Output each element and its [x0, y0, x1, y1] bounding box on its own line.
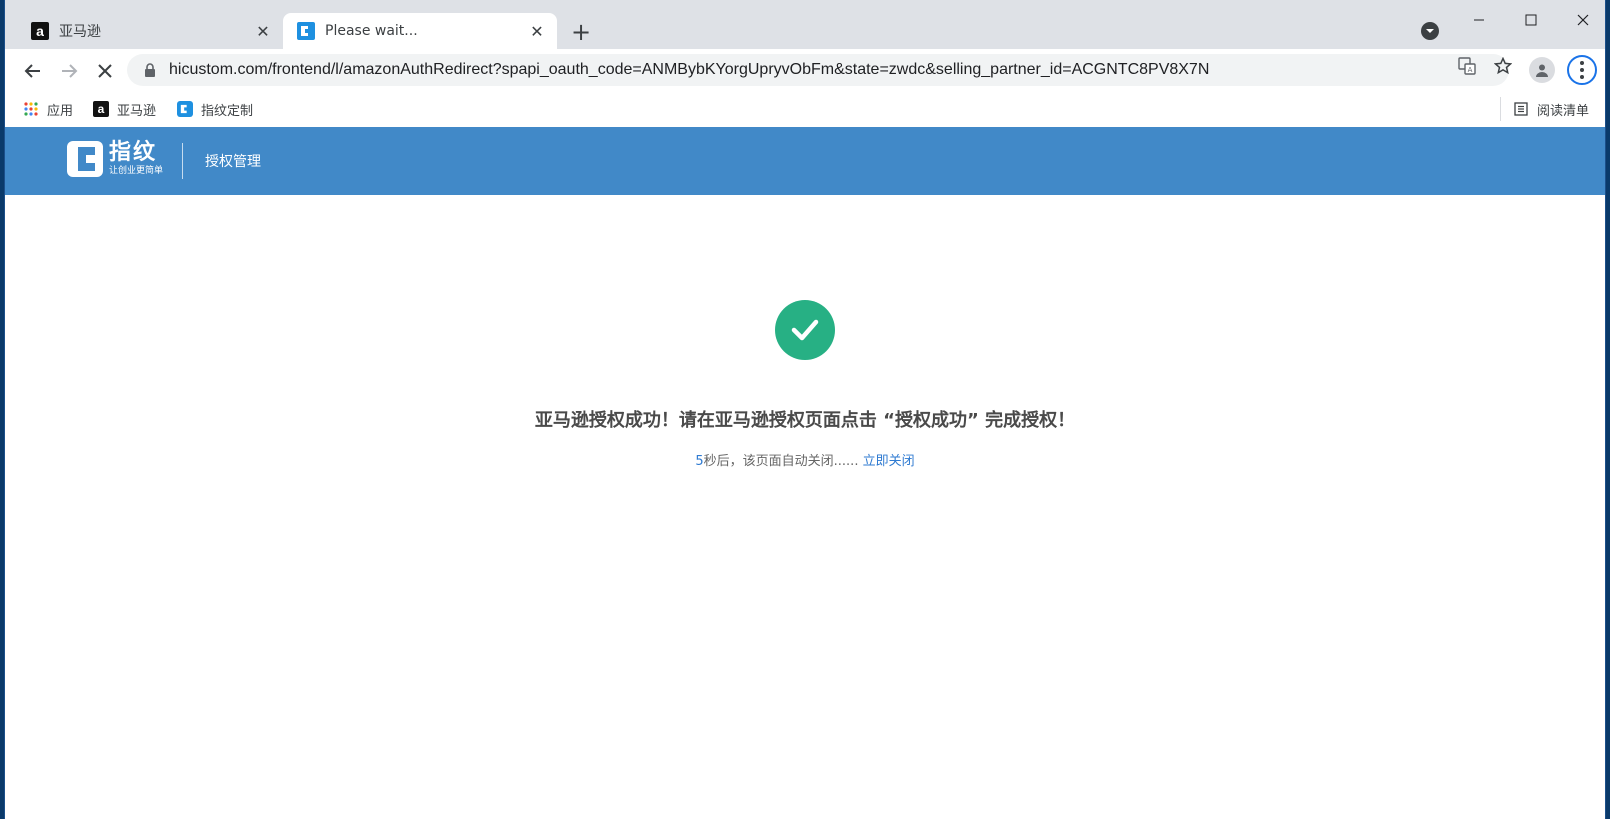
bookmark-label: 应用: [47, 103, 74, 119]
logo-title: 指纹: [109, 140, 158, 165]
lock-icon[interactable]: [141, 61, 159, 79]
amazon-icon: a: [31, 22, 49, 40]
tab-title: 亚马逊: [59, 24, 101, 40]
logo-slogan: 让创业更简单: [109, 166, 164, 176]
reading-list-icon: [1513, 101, 1529, 117]
success-message: 亚马逊授权成功！请在亚马逊授权页面点击 “授权成功” 完成授权！: [534, 410, 1076, 431]
browser-window: a 亚马逊 ✕ Please wait... ✕ + hicustom.com/…: [4, 0, 1606, 819]
countdown-seconds: 5: [695, 454, 704, 469]
browser-menu-button[interactable]: [1567, 55, 1597, 85]
bookmark-apps[interactable]: 应用: [23, 99, 73, 119]
countdown-label: 秒后，该页面自动关闭......: [703, 454, 859, 469]
bookmark-amazon[interactable]: a 亚马逊: [93, 99, 156, 119]
tab-search-icon[interactable]: [1421, 22, 1439, 40]
close-icon[interactable]: ✕: [527, 21, 547, 41]
maximize-button[interactable]: [1509, 8, 1553, 32]
tab-strip: a 亚马逊 ✕ Please wait... ✕ +: [5, 0, 1605, 49]
stop-loading-button[interactable]: [91, 57, 119, 85]
close-icon[interactable]: ✕: [253, 21, 273, 41]
amazon-icon: a: [93, 101, 109, 117]
apps-grid-icon: [23, 101, 39, 117]
bookmark-star-icon[interactable]: [1493, 56, 1513, 76]
logo-mark-icon: [67, 141, 103, 177]
bookmark-zhiwen[interactable]: 指纹定制: [177, 99, 253, 119]
address-bar[interactable]: hicustom.com/frontend/l/amazonAuthRedire…: [127, 54, 1509, 86]
new-tab-button[interactable]: +: [567, 18, 595, 46]
bookmarks-bar: 应用 a 亚马逊 指纹定制 阅读清单: [5, 91, 1605, 127]
translate-icon[interactable]: A: [1457, 56, 1477, 76]
close-window-button[interactable]: [1561, 8, 1605, 32]
toolbar: hicustom.com/frontend/l/amazonAuthRedire…: [5, 49, 1605, 91]
profile-avatar-icon[interactable]: [1529, 57, 1555, 83]
bookmarks-separator: [1500, 97, 1501, 121]
bookmark-label: 指纹定制: [201, 103, 254, 119]
nav-auth-management[interactable]: 授权管理: [205, 151, 261, 171]
bookmark-label: 亚马逊: [117, 103, 157, 119]
header-divider: [182, 143, 183, 179]
forward-button[interactable]: [55, 57, 83, 85]
zhiwen-icon: [297, 22, 315, 40]
back-button[interactable]: [19, 57, 47, 85]
tab-title: Please wait...: [325, 23, 418, 39]
countdown-text: 5秒后，该页面自动关闭...... 立即关闭: [5, 450, 1605, 469]
success-check-icon: [775, 300, 835, 360]
site-header: 指纹 让创业更简单 授权管理: [5, 127, 1605, 195]
reading-list-label: 阅读清单: [1537, 103, 1590, 119]
close-now-link[interactable]: 立即关闭: [863, 454, 915, 469]
url-text[interactable]: hicustom.com/frontend/l/amazonAuthRedire…: [169, 61, 1209, 79]
tab-please-wait[interactable]: Please wait... ✕: [283, 13, 557, 49]
tab-amazon[interactable]: a 亚马逊 ✕: [17, 13, 283, 49]
zhiwen-icon: [177, 101, 193, 117]
minimize-button[interactable]: [1457, 8, 1501, 32]
site-logo[interactable]: 指纹 让创业更简单: [67, 141, 163, 177]
svg-text:A: A: [1468, 66, 1473, 74]
reading-list-button[interactable]: 阅读清单: [1513, 99, 1589, 119]
